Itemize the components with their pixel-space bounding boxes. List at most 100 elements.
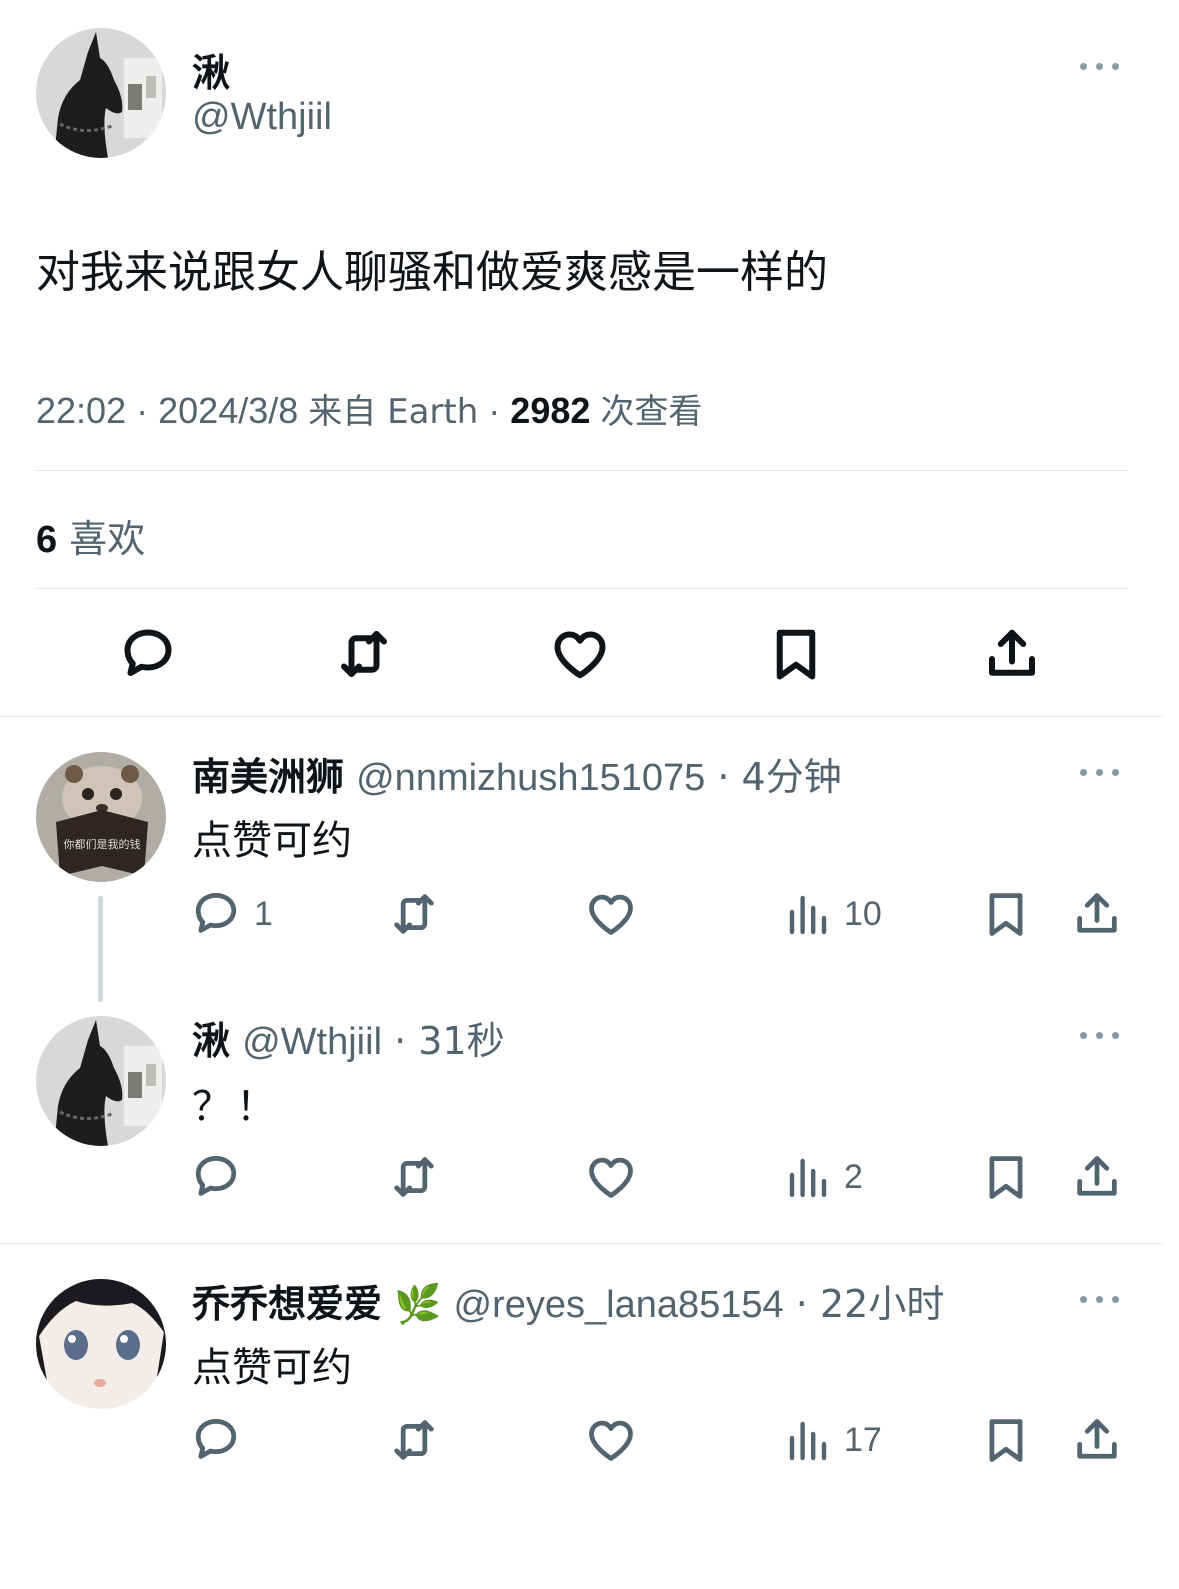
views-count: 2 [844, 1157, 863, 1196]
views-count: 10 [844, 894, 882, 933]
like-icon [585, 1151, 637, 1203]
bookmark-icon [766, 624, 826, 684]
separator: · [394, 1019, 407, 1063]
reply-icon [190, 1151, 242, 1203]
reply-count: 1 [254, 894, 273, 933]
bookmark-button[interactable] [766, 624, 826, 684]
reply-author-handle[interactable]: @Wthjiil [242, 1021, 382, 1063]
reply-button[interactable] [118, 624, 178, 684]
reply-time[interactable]: 22小时 [820, 1282, 944, 1326]
bookmark-button[interactable] [980, 1414, 1032, 1466]
divider [0, 716, 1163, 717]
main-author-name[interactable]: 湫 [192, 42, 230, 97]
reply-text: ？！ [192, 1084, 280, 1130]
reply-author-name[interactable]: 南美洲狮 [192, 755, 344, 799]
avatar-main[interactable] [36, 28, 166, 158]
reply-icon [118, 624, 178, 684]
reply-author-handle[interactable]: @nnmizhush151075 [356, 757, 705, 799]
views-icon [784, 888, 832, 940]
like-button[interactable] [550, 624, 610, 684]
reply-icon [190, 1414, 242, 1466]
separator: · [795, 1282, 808, 1326]
share-icon [982, 624, 1042, 684]
likes-count: 6 [36, 519, 58, 561]
raccoon-avatar-image: 你都们是我的钱 [36, 752, 166, 882]
bookmark-icon [980, 1414, 1032, 1466]
likes-summary[interactable]: 6 喜欢 [36, 508, 145, 563]
views-button[interactable]: 17 [784, 1414, 882, 1466]
share-icon [1071, 1151, 1123, 1203]
separator: · [717, 755, 730, 799]
views-button[interactable]: 2 [784, 1151, 863, 1203]
reply-text: 点赞可约 [192, 818, 352, 864]
bookmark-icon [980, 1151, 1032, 1203]
reply-icon [190, 888, 242, 940]
more-icon[interactable] [1080, 58, 1124, 74]
reply-3-header: 乔乔想爱爱 🌿 @reyes_lana85154 · 22小时 [192, 1273, 944, 1328]
reply-text: 点赞可约 [192, 1345, 352, 1391]
reply-author-handle[interactable]: @reyes_lana85154 [454, 1284, 784, 1326]
views-icon [784, 1151, 832, 1203]
dog-avatar-image [36, 28, 166, 158]
avatar-reply-1[interactable]: 你都们是我的钱 [36, 752, 166, 882]
divider [36, 470, 1128, 471]
likes-label: 喜欢 [69, 517, 146, 561]
retweet-button[interactable] [388, 888, 440, 940]
like-button[interactable] [585, 1151, 637, 1203]
leaf-emoji: 🌿 [394, 1282, 442, 1326]
thread-line [98, 896, 103, 1002]
share-icon [1071, 888, 1123, 940]
more-icon[interactable] [1080, 1291, 1124, 1307]
more-icon[interactable] [1080, 764, 1124, 780]
reply-button[interactable] [190, 1151, 242, 1203]
retweet-button[interactable] [334, 624, 394, 684]
post-date: 2024/3/8 [158, 390, 299, 431]
views-label: 次查看 [600, 392, 703, 432]
retweet-button[interactable] [388, 1414, 440, 1466]
like-icon [550, 624, 610, 684]
avatar-reply-3[interactable] [36, 1279, 166, 1409]
retweet-button[interactable] [388, 1151, 440, 1203]
dog-avatar-image [36, 1016, 166, 1146]
bookmark-button[interactable] [980, 888, 1032, 940]
more-icon[interactable] [1080, 1027, 1124, 1043]
reply-button[interactable] [190, 1414, 242, 1466]
anime-girl-avatar-image [36, 1279, 166, 1409]
reply-time[interactable]: 31秒 [418, 1019, 504, 1063]
separator: · [136, 390, 149, 431]
reply-2-header: 湫 @Wthjiil · 31秒 [192, 1010, 505, 1065]
main-post-text: 对我来说跟女人聊骚和做爱爽感是一样的 [36, 247, 828, 298]
main-author-handle[interactable]: @Wthjiil [192, 96, 332, 139]
reply-1-header: 南美洲狮 @nnmizhush151075 · 4分钟 [192, 746, 842, 801]
divider [0, 1243, 1163, 1244]
views-button[interactable]: 10 [784, 888, 882, 940]
separator: · [488, 390, 501, 431]
reply-author-name[interactable]: 湫 [192, 1019, 230, 1063]
share-icon [1071, 1414, 1123, 1466]
retweet-icon [388, 1151, 440, 1203]
post-meta: 22:02 · 2024/3/8 来自 Earth · 2982 次查看 [36, 384, 702, 433]
bookmark-button[interactable] [980, 1151, 1032, 1203]
retweet-icon [388, 888, 440, 940]
post-time: 22:02 [36, 390, 127, 431]
like-icon [585, 1414, 637, 1466]
share-button[interactable] [982, 624, 1042, 684]
like-button[interactable] [585, 888, 637, 940]
share-button[interactable] [1071, 1414, 1123, 1466]
retweet-icon [334, 624, 394, 684]
book-text: 你都们是我的钱 [64, 837, 141, 851]
views-count: 2982 [510, 390, 591, 431]
reply-button[interactable]: 1 [190, 888, 273, 940]
avatar-reply-2[interactable] [36, 1016, 166, 1146]
retweet-icon [388, 1414, 440, 1466]
views-count: 17 [844, 1420, 882, 1459]
post-source: 来自 Earth [308, 392, 479, 432]
reply-author-name[interactable]: 乔乔想爱爱 [192, 1282, 382, 1326]
views-icon [784, 1414, 832, 1466]
like-button[interactable] [585, 1414, 637, 1466]
share-button[interactable] [1071, 888, 1123, 940]
reply-time[interactable]: 4分钟 [742, 755, 842, 799]
share-button[interactable] [1071, 1151, 1123, 1203]
like-icon [585, 888, 637, 940]
divider [36, 588, 1128, 589]
